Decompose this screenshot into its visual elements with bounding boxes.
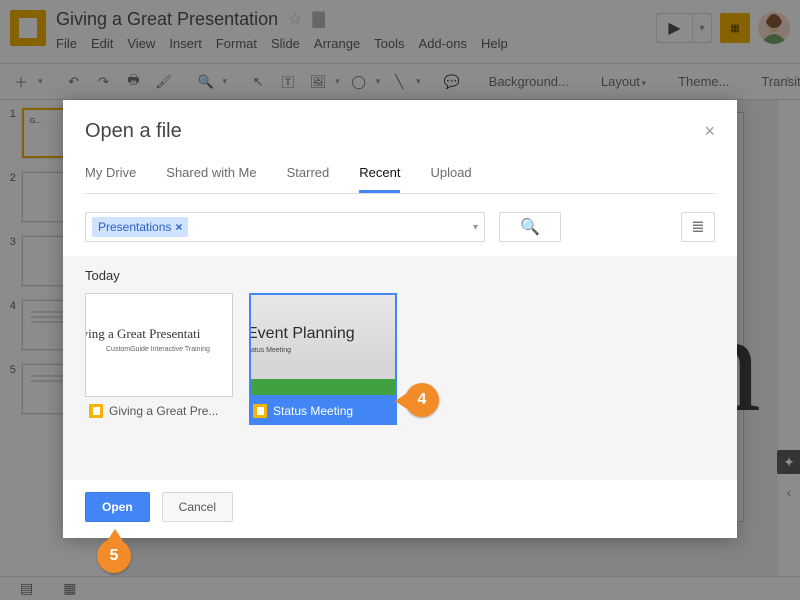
open-button[interactable]: Open bbox=[85, 492, 150, 522]
chip-remove-icon[interactable]: × bbox=[175, 220, 182, 234]
thumb-preview-sub: atus Meeting bbox=[251, 347, 291, 354]
dialog-actions: Open Cancel bbox=[85, 492, 715, 522]
file-label: Giving a Great Pre... bbox=[109, 404, 218, 418]
tab-starred[interactable]: Starred bbox=[287, 165, 330, 193]
tab-upload[interactable]: Upload bbox=[430, 165, 471, 193]
thumb-preview-title: Event Planning bbox=[249, 325, 355, 343]
file-thumb-giving[interactable]: iving a Great Presentati CustomGuide Int… bbox=[85, 293, 233, 425]
dialog-title: Open a file bbox=[85, 120, 704, 143]
slides-file-icon bbox=[89, 404, 103, 418]
open-file-dialog: Open a file × My Drive Shared with Me St… bbox=[63, 100, 737, 538]
close-icon[interactable]: × bbox=[704, 121, 715, 142]
search-icon: 🔍 bbox=[520, 217, 540, 237]
thumb-preview-title: iving a Great Presentati bbox=[85, 326, 228, 342]
dialog-body: Today iving a Great Presentati CustomGui… bbox=[63, 256, 737, 480]
callout-5: 5 bbox=[97, 539, 131, 573]
list-icon: ≣ bbox=[691, 217, 704, 237]
dialog-tabs: My Drive Shared with Me Starred Recent U… bbox=[85, 165, 715, 194]
file-thumb-status-meeting[interactable]: Event Planning atus Meeting Status Meeti… bbox=[249, 293, 397, 425]
list-view-button[interactable]: ≣ bbox=[681, 212, 715, 242]
chevron-down-icon[interactable]: ▾ bbox=[473, 222, 478, 233]
search-button[interactable]: 🔍 bbox=[499, 212, 561, 242]
tab-recent[interactable]: Recent bbox=[359, 165, 400, 193]
filter-input[interactable]: Presentations × ▾ bbox=[85, 212, 485, 242]
file-label: Status Meeting bbox=[273, 404, 353, 418]
thumb-preview-sub: CustomGuide Interactive Training bbox=[106, 346, 210, 353]
section-label: Today bbox=[85, 268, 715, 283]
tab-shared[interactable]: Shared with Me bbox=[166, 165, 256, 193]
callout-4: 4 bbox=[405, 383, 439, 417]
cancel-button[interactable]: Cancel bbox=[162, 492, 233, 522]
filter-chip[interactable]: Presentations × bbox=[92, 217, 188, 237]
slides-file-icon bbox=[253, 404, 267, 418]
tab-my-drive[interactable]: My Drive bbox=[85, 165, 136, 193]
